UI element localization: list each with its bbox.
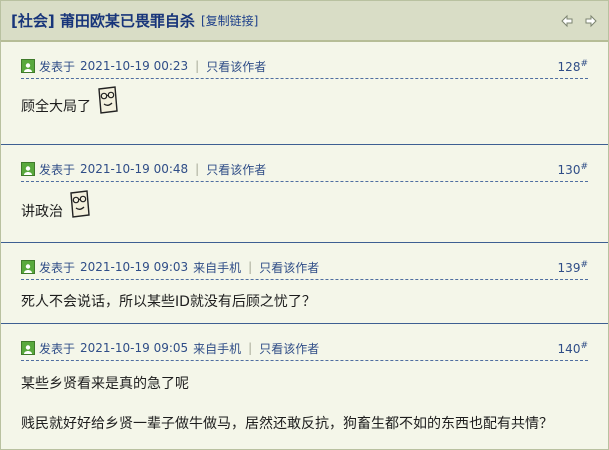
post-floor[interactable]: 130# [558, 162, 588, 177]
post-text-line: 顾全大局了 [21, 99, 91, 115]
post-140: 发表于 2021-10-19 09:05 来自手机 | 只看该作者 140# 某… [1, 324, 608, 449]
post-meta: 发表于 2021-10-19 09:05 来自手机 | 只看该作者 140# [21, 338, 588, 358]
post-datetime: 2021-10-19 09:03 [80, 260, 189, 274]
user-avatar-icon[interactable] [21, 260, 35, 274]
post-meta: 发表于 2021-10-19 00:23 | 只看该作者 128# [21, 56, 588, 76]
post-source: 来自手机 [193, 341, 242, 356]
post-prefix: 发表于 [39, 162, 76, 177]
post-content: 讲政治 [21, 201, 63, 221]
post-128: 发表于 2021-10-19 00:23 | 只看该作者 128# 顾全大局了 [1, 42, 608, 145]
user-avatar-icon[interactable] [21, 341, 35, 355]
post-datetime: 2021-10-19 09:05 [80, 341, 189, 355]
smiley-glasses-icon [95, 85, 120, 115]
post-divider [21, 360, 588, 361]
post-divider [21, 279, 588, 280]
only-author-link[interactable]: 只看该作者 [259, 340, 319, 357]
thread-nav [560, 14, 598, 28]
user-avatar-icon[interactable] [21, 162, 35, 176]
post-content: 顾全大局了 [21, 96, 91, 116]
copy-link-button[interactable]: [复制链接] [201, 12, 258, 29]
only-author-link[interactable]: 只看该作者 [206, 58, 266, 75]
post-datetime: 2021-10-19 00:23 [80, 59, 189, 73]
user-avatar-icon[interactable] [21, 59, 35, 73]
thread-title: [社会] 莆田欧某已畏罪自杀 [11, 12, 195, 30]
post-prefix: 发表于 [39, 341, 76, 356]
post-prefix: 发表于 [39, 260, 76, 275]
post-datetime: 2021-10-19 00:48 [80, 162, 189, 176]
post-meta: 发表于 2021-10-19 09:03 来自手机 | 只看该作者 139# [21, 257, 588, 277]
meta-divider: | [248, 260, 253, 274]
post-divider [21, 78, 588, 79]
post-content: 某些乡贤看来是真的急了呢 [21, 373, 189, 393]
post-130: 发表于 2021-10-19 00:48 | 只看该作者 130# 讲政治 [1, 145, 608, 243]
post-prefix: 发表于 [39, 59, 76, 74]
meta-divider: | [195, 59, 200, 73]
meta-divider: | [195, 162, 200, 176]
only-author-link[interactable]: 只看该作者 [206, 161, 266, 178]
post-text-line: 讲政治 [21, 204, 63, 220]
post-meta: 发表于 2021-10-19 00:48 | 只看该作者 130# [21, 159, 588, 179]
post-floor[interactable]: 128# [558, 59, 588, 74]
post-content: 贱民就好好给乡贤一辈子做牛做马，居然还敢反抗，狗畜生都不如的东西也配有共情？ [21, 413, 553, 433]
smiley-glasses-icon [67, 189, 92, 219]
post-content: 死人不会说话，所以某些ID就没有后顾之忧了？ [21, 291, 316, 311]
meta-divider: | [248, 341, 253, 355]
post-text-line: 贱民就好好给乡贤一辈子做牛做马，居然还敢反抗，狗畜生都不如的东西也配有共情？ [21, 416, 553, 432]
forum-page: [社会] 莆田欧某已畏罪自杀 [复制链接] 发表于 2021-10-19 00:… [0, 0, 609, 450]
post-floor[interactable]: 140# [558, 341, 588, 356]
thread-header: [社会] 莆田欧某已畏罪自杀 [复制链接] [1, 1, 608, 42]
arrow-right-icon[interactable] [584, 14, 598, 28]
only-author-link[interactable]: 只看该作者 [259, 259, 319, 276]
post-text-line: 死人不会说话，所以某些ID就没有后顾之忧了？ [21, 294, 316, 310]
post-139: 发表于 2021-10-19 09:03 来自手机 | 只看该作者 139# 死… [1, 243, 608, 324]
post-source: 来自手机 [193, 260, 242, 275]
post-floor[interactable]: 139# [558, 260, 588, 275]
post-text-line: 某些乡贤看来是真的急了呢 [21, 376, 189, 392]
post-divider [21, 181, 588, 182]
arrow-left-icon[interactable] [560, 14, 574, 28]
